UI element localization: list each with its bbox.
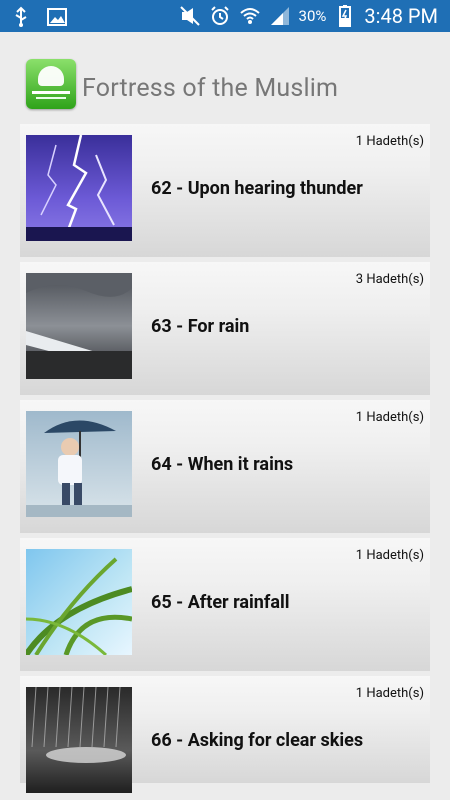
status-bar: 30% 3:48 PM <box>0 0 450 32</box>
hadith-count: 3 Hadeth(s) <box>355 272 424 287</box>
list-item[interactable]: 3 Hadeth(s) 63 - For rain <box>20 262 430 395</box>
item-title: 66 - Asking for clear skies <box>151 730 364 751</box>
status-right: 30% 3:48 PM <box>179 4 438 28</box>
status-left <box>10 6 68 28</box>
hadith-count: 1 Hadeth(s) <box>355 134 424 149</box>
hadith-count: 1 Hadeth(s) <box>355 686 424 701</box>
app-bar: Fortress of the Muslim <box>0 32 450 126</box>
mute-icon <box>179 5 201 27</box>
clock: 3:48 PM <box>364 4 438 28</box>
app-title: Fortress of the Muslim <box>82 74 339 103</box>
list-item[interactable]: 1 Hadeth(s) 64 - When it rains <box>20 400 430 533</box>
child-with-umbrella-image <box>26 411 132 517</box>
list-item[interactable]: 1 Hadeth(s) 65 - After rainfall <box>20 538 430 671</box>
hadith-count: 1 Hadeth(s) <box>355 548 424 563</box>
battery-icon <box>334 5 356 27</box>
mosque-logo-icon[interactable] <box>26 59 76 109</box>
usb-icon <box>10 6 32 28</box>
list-item[interactable]: 1 Hadeth(s) 62 - Upon hearing thunder <box>20 124 430 257</box>
lightning-image <box>26 135 132 241</box>
list-item[interactable]: 1 Hadeth(s) 66 - Asking for clear skies <box>20 676 430 793</box>
hadith-list: 1 Hadeth(s) 62 - Upon hearing thunder 3 … <box>20 124 430 793</box>
item-title: 63 - For rain <box>151 316 250 337</box>
battery-percent: 30% <box>298 7 327 25</box>
signal-icon <box>269 5 291 27</box>
item-title: 65 - After rainfall <box>151 592 290 613</box>
item-title: 64 - When it rains <box>151 454 294 475</box>
heavy-rain-image <box>26 687 132 793</box>
wet-grass-image <box>26 549 132 655</box>
image-icon <box>46 6 68 28</box>
wifi-icon <box>239 5 261 27</box>
storm-clouds-image <box>26 273 132 379</box>
item-title: 62 - Upon hearing thunder <box>151 178 363 199</box>
hadith-count: 1 Hadeth(s) <box>355 410 424 425</box>
alarm-icon <box>209 5 231 27</box>
